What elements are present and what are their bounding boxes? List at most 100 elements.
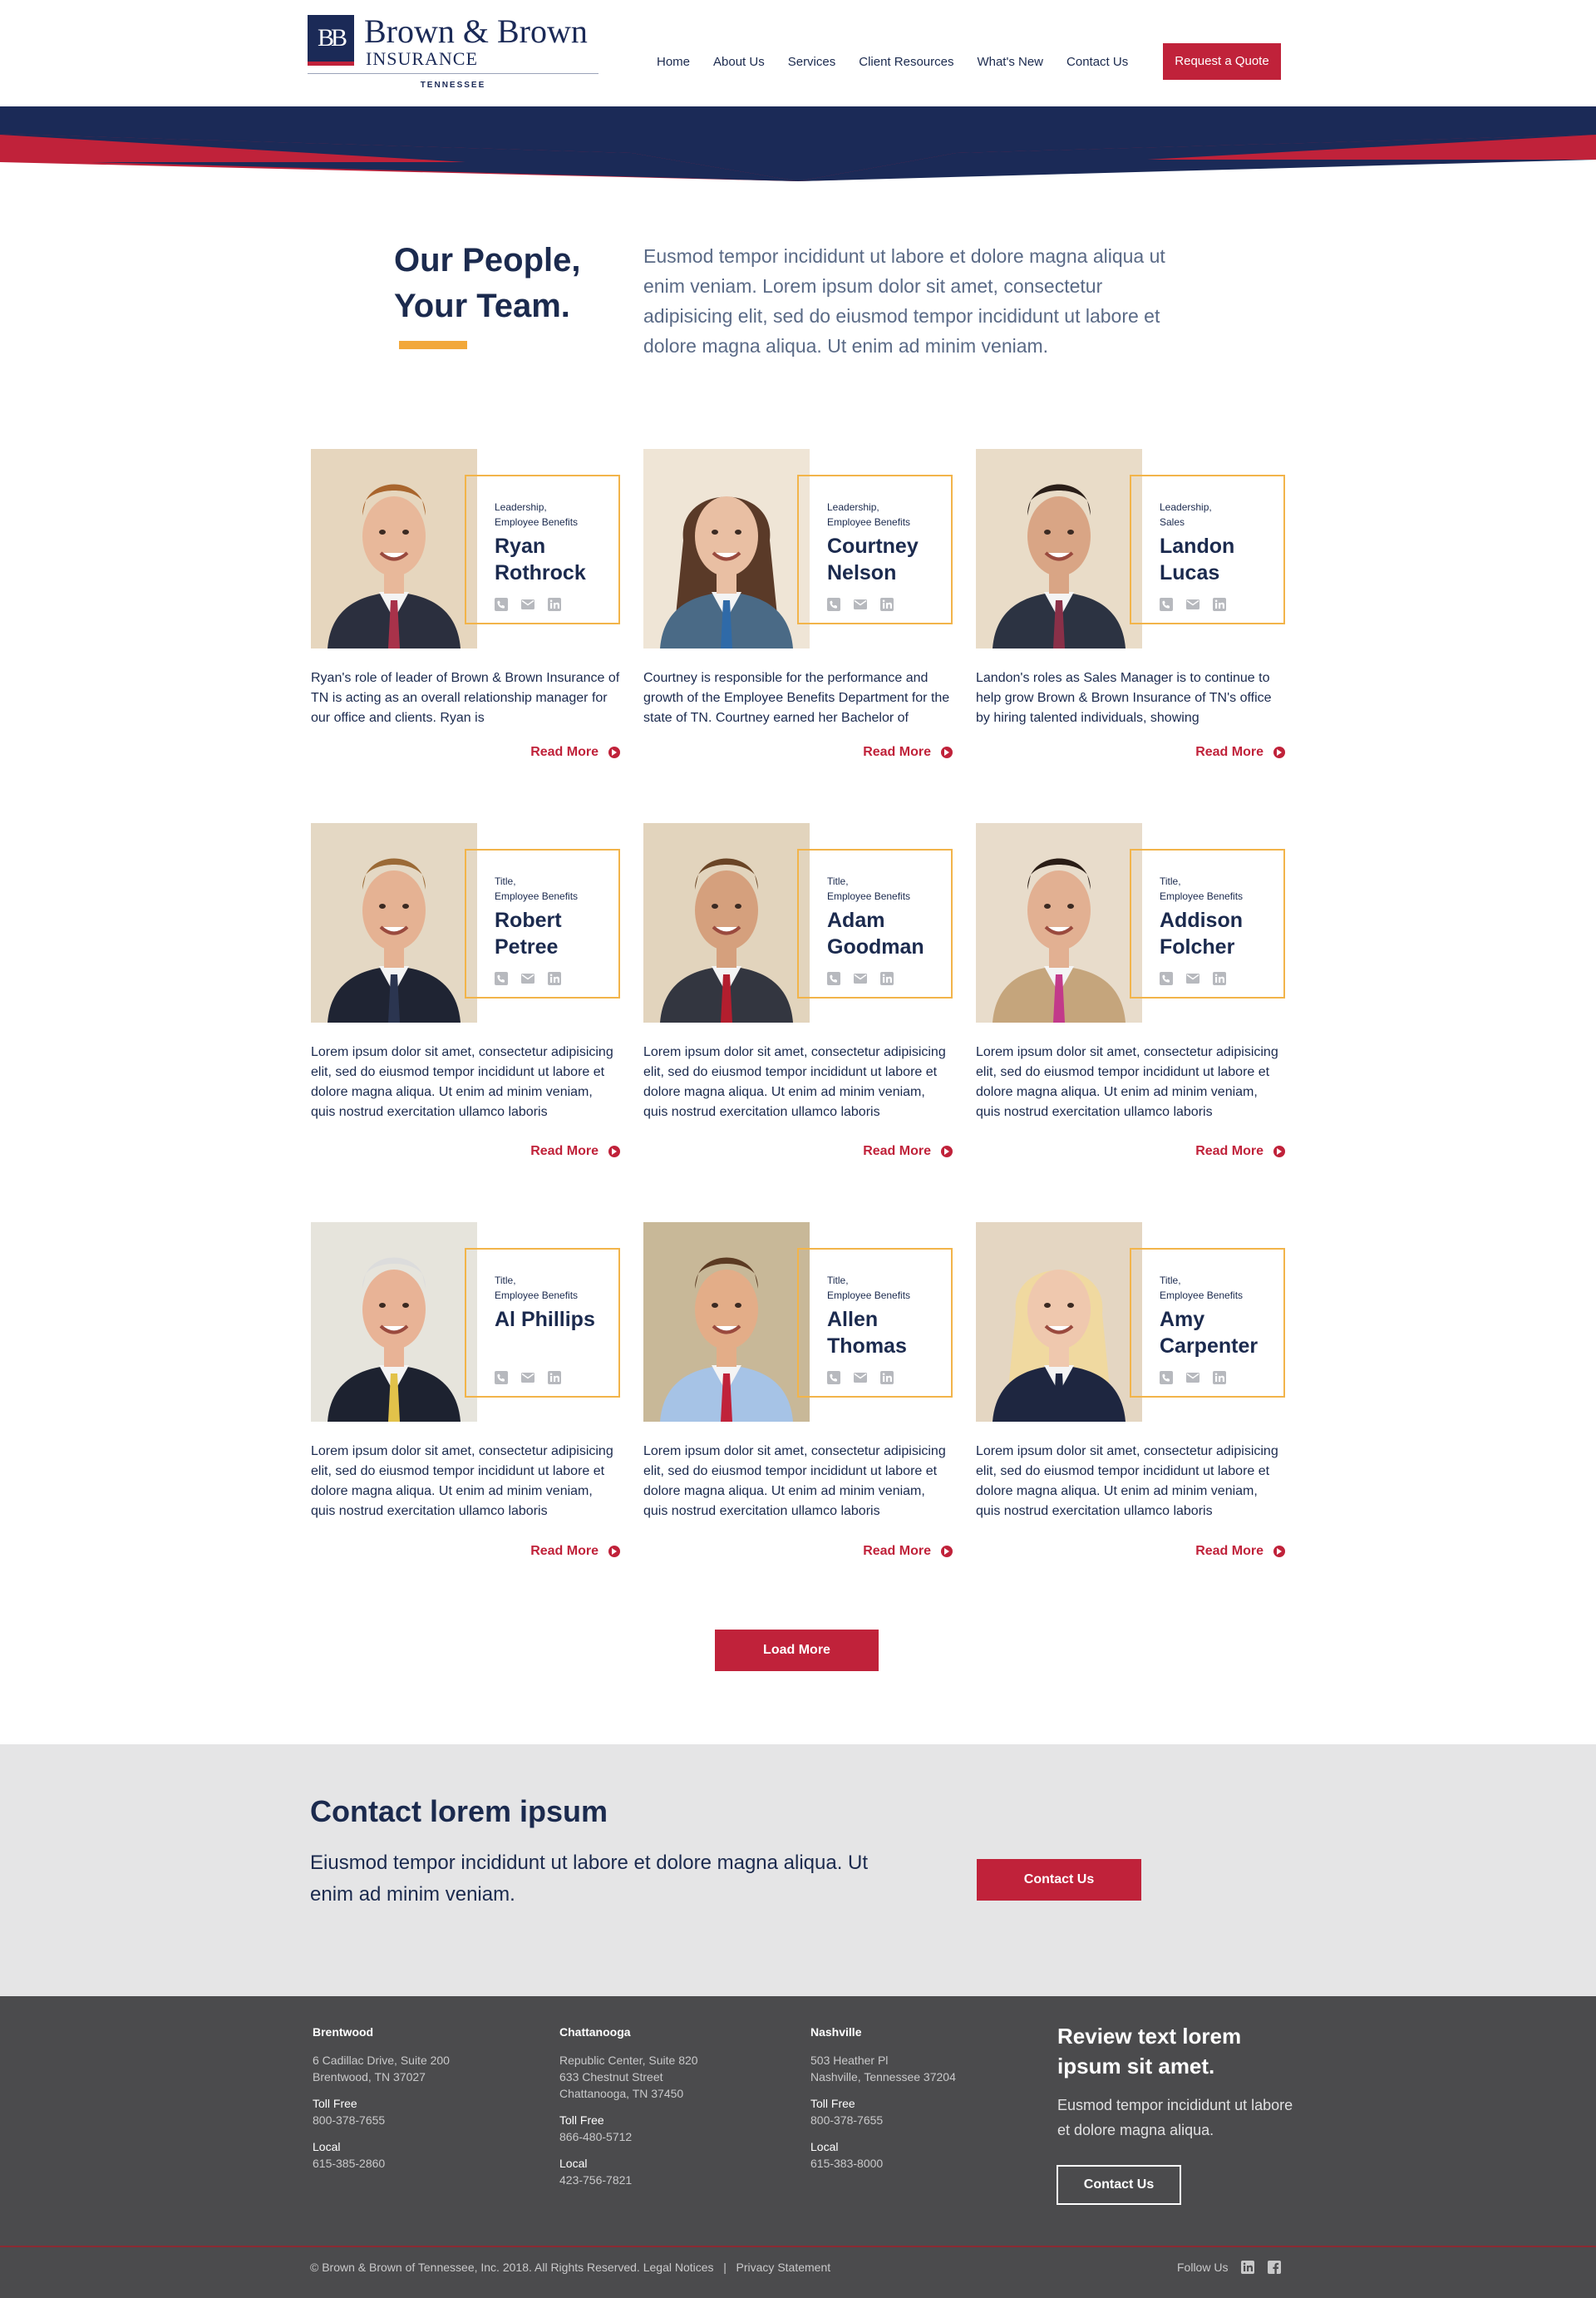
intro-text: Eusmod tempor incididunt ut labore et do… [643,245,1165,357]
load-more-button[interactable]: Load More [715,1630,879,1671]
linkedin-icon[interactable] [548,972,561,985]
read-more-label: Read More [863,1544,931,1558]
office-address-line: 6 Cadillac Drive, Suite 200 [313,2054,450,2067]
team-first-name: Addison [1160,909,1243,932]
linkedin-icon[interactable] [1213,1371,1226,1384]
nav-whats-new[interactable]: What's New [977,55,1043,69]
read-more-label: Read More [1195,1544,1264,1558]
read-more-link[interactable]: Read More [1195,1544,1285,1559]
phone-icon[interactable] [1160,972,1173,985]
footer-contact-button[interactable]: Contact Us [1057,2165,1181,2205]
office-local[interactable]: 615-383-8000 [810,2155,1035,2172]
team-name: Landon Lucas [1160,533,1284,586]
footer-follow: Follow Us [1177,2261,1282,2274]
read-more-link[interactable]: Read More [863,1544,953,1559]
team-card: Leadership, Employee Benefits Ryan Rothr… [311,449,620,782]
facebook-icon[interactable] [1268,2261,1282,2274]
team-role: Leadership, Sales [1160,500,1284,530]
mail-icon[interactable] [1186,972,1199,985]
phone-icon[interactable] [827,972,840,985]
team-name: Amy Carpenter [1160,1306,1284,1359]
arrow-circle-icon [941,747,953,758]
brand-logo[interactable]: BB Brown & Brown INSURANCE TENNESSEE [308,12,598,94]
logo-monogram: BB [308,15,354,62]
phone-icon[interactable] [1160,1371,1173,1384]
linkedin-icon[interactable] [548,598,561,611]
team-role-line1: Title, [827,875,849,887]
linkedin-icon[interactable] [1241,2261,1255,2274]
read-more-link[interactable]: Read More [863,745,953,760]
legal-notices-link[interactable]: Legal Notices [643,2261,714,2274]
footer-copyright: © Brown & Brown of Tennessee, Inc. 2018.… [310,2261,830,2274]
team-info-box: Title, Employee Benefits Addison Folcher [1130,849,1285,999]
mail-icon[interactable] [854,598,867,611]
read-more-link[interactable]: Read More [1195,745,1285,760]
mail-icon[interactable] [1186,1371,1199,1384]
team-name: Courtney Nelson [827,533,952,586]
phone-icon[interactable] [495,598,508,611]
linkedin-icon[interactable] [880,598,894,611]
read-more-label: Read More [863,745,931,759]
phone-icon[interactable] [495,1371,508,1384]
privacy-statement-link[interactable]: Privacy Statement [736,2261,831,2274]
team-role-line2: Employee Benefits [495,1290,579,1301]
team-contact-icons [495,598,574,611]
mail-icon[interactable] [1186,598,1199,611]
team-contact-icons [1160,598,1239,611]
mail-icon[interactable] [854,972,867,985]
site-header: BB Brown & Brown INSURANCE TENNESSEE Hom… [0,0,1596,106]
mail-icon[interactable] [521,1371,534,1384]
mail-icon[interactable] [521,598,534,611]
nav-home[interactable]: Home [657,55,690,69]
team-card: Leadership, Employee Benefits Courtney N… [643,449,953,782]
read-more-link[interactable]: Read More [1195,1144,1285,1159]
team-role-line2: Employee Benefits [1160,1290,1244,1301]
linkedin-icon[interactable] [1213,598,1226,611]
team-photo [976,1222,1142,1422]
office-local[interactable]: 615-385-2860 [313,2155,537,2172]
team-role-line1: Title, [495,875,516,887]
mail-icon[interactable] [521,972,534,985]
mail-icon[interactable] [854,1371,867,1384]
intro-title-line1: Our People, [394,242,581,279]
team-role: Leadership, Employee Benefits [827,500,952,530]
read-more-link[interactable]: Read More [863,1144,953,1159]
site-footer: Brentwood 6 Cadillac Drive, Suite 200 Bre… [0,1996,1596,2298]
office-toll-free[interactable]: 866-480-5712 [559,2128,784,2145]
phone-icon[interactable] [827,1371,840,1384]
nav-contact-us[interactable]: Contact Us [1066,55,1128,69]
team-photo [311,823,477,1023]
nav-about-us[interactable]: About Us [713,55,765,69]
phone-icon[interactable] [827,598,840,611]
read-more-link[interactable]: Read More [530,1544,620,1559]
request-quote-button[interactable]: Request a Quote [1163,43,1281,80]
contact-us-button[interactable]: Contact Us [977,1859,1141,1901]
team-last-name: Lucas [1160,561,1220,584]
linkedin-icon[interactable] [548,1371,561,1384]
nav-client-resources[interactable]: Client Resources [859,55,953,69]
team-role: Title, Employee Benefits [495,874,619,904]
read-more-link[interactable]: Read More [530,745,620,760]
office-local[interactable]: 423-756-7821 [559,2172,784,2188]
linkedin-icon[interactable] [880,1371,894,1384]
team-role-line1: Title, [1160,1275,1181,1286]
team-role: Title, Employee Benefits [827,1273,952,1303]
footer-review-title: Review text lorem ipsum sit amet. [1057,2024,1242,2079]
office-toll-free[interactable]: 800-378-7655 [810,2112,1035,2128]
linkedin-icon[interactable] [1213,972,1226,985]
office-address-line: Chattanooga, TN 37450 [559,2087,684,2100]
team-card: Title, Employee Benefits Addison Folcher… [976,823,1285,1159]
team-contact-icons [495,1371,574,1384]
team-first-name: Allen [827,1308,879,1331]
arrow-circle-icon [608,747,620,758]
phone-icon[interactable] [1160,598,1173,611]
nav-services[interactable]: Services [788,55,836,69]
team-photo [643,1222,810,1422]
linkedin-icon[interactable] [880,972,894,985]
phone-icon[interactable] [495,972,508,985]
team-role-line1: Title, [1160,875,1181,887]
read-more-link[interactable]: Read More [530,1144,620,1159]
team-role-line1: Leadership, [827,501,879,513]
office-toll-free[interactable]: 800-378-7655 [313,2112,537,2128]
office-address-line: 503 Heather Pl [810,2054,889,2067]
